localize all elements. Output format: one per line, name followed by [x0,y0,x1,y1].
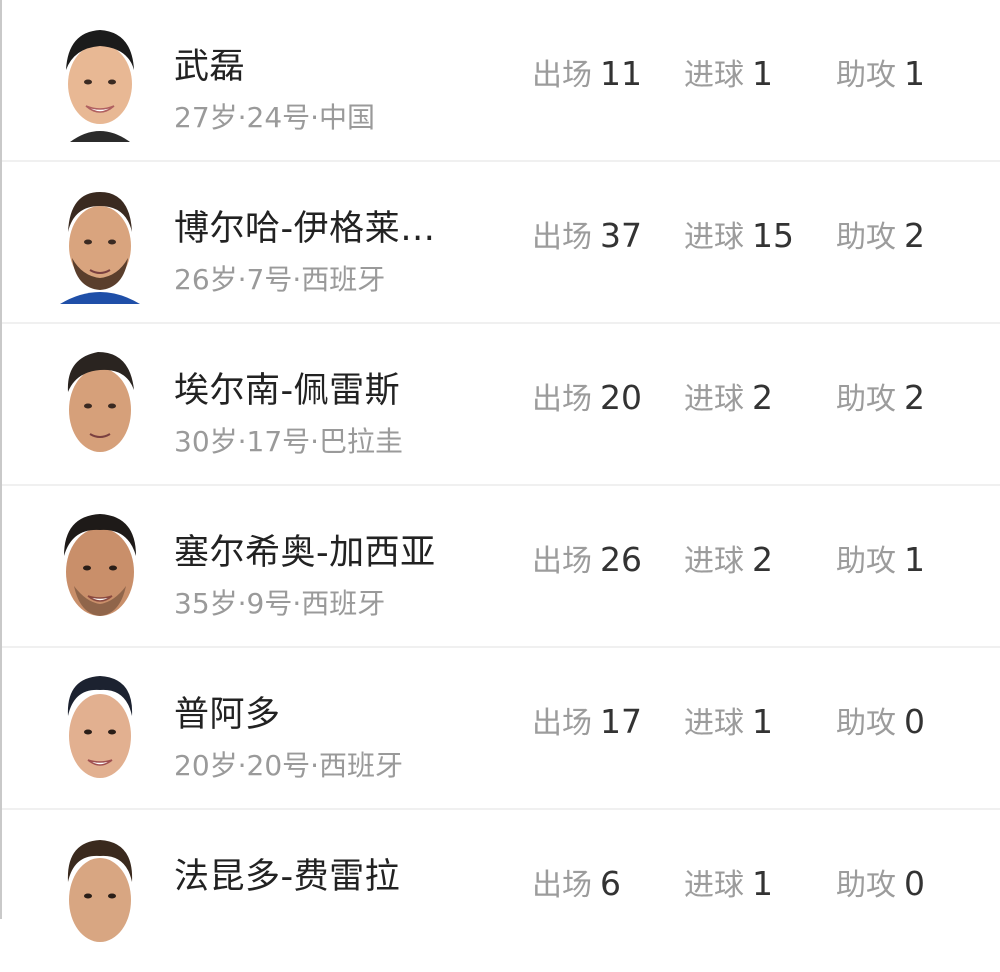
appearances-value: 11 [600,54,642,93]
goals-label: 进球 [684,544,744,579]
player-avatar-icon [52,824,148,954]
appearances-value: 17 [600,702,642,741]
player-row[interactable]: 法昆多-费雷拉 出场 6 进球 1 助攻 0 [2,810,1000,972]
player-meta: 30岁·17号·巴拉圭 [174,425,404,458]
goals-label: 进球 [684,706,744,741]
assists-value: 0 [904,864,925,903]
assists-value: 1 [904,540,925,579]
goals-stat: 进球 2 [684,536,773,580]
assists-label: 助攻 [836,382,896,417]
goals-value: 2 [752,540,773,579]
goals-stat: 进球 1 [684,50,773,94]
player-name: 博尔哈-伊格莱… [174,209,436,249]
player-name: 普阿多 [174,695,281,735]
appearances-label: 出场 [532,706,592,741]
goals-value: 1 [752,54,773,93]
appearances-label: 出场 [532,868,592,903]
appearances-value: 20 [600,378,642,417]
player-meta: 27岁·24号·中国 [174,101,376,134]
assists-label: 助攻 [836,220,896,255]
assists-value: 2 [904,216,925,255]
player-row[interactable]: 博尔哈-伊格莱… 26岁·7号·西班牙 出场 37 进球 15 助攻 2 [2,162,1000,324]
assists-stat: 助攻 1 [836,50,925,94]
appearances-stat: 出场 11 [532,50,642,94]
assists-label: 助攻 [836,544,896,579]
assists-label: 助攻 [836,706,896,741]
appearances-label: 出场 [532,382,592,417]
appearances-stat: 出场 37 [532,212,642,256]
player-name: 埃尔南-佩雷斯 [174,371,401,411]
goals-label: 进球 [684,382,744,417]
player-name: 法昆多-费雷拉 [174,857,401,897]
appearances-label: 出场 [532,58,592,93]
player-row[interactable]: 武磊 27岁·24号·中国 出场 11 进球 1 助攻 1 [2,0,1000,162]
player-name: 塞尔希奥-加西亚 [174,533,436,573]
assists-stat: 助攻 1 [836,536,925,580]
player-meta: 20岁·20号·西班牙 [174,749,404,782]
assists-stat: 助攻 2 [836,374,925,418]
appearances-stat: 出场 26 [532,536,642,580]
goals-value: 2 [752,378,773,417]
assists-label: 助攻 [836,58,896,93]
player-row[interactable]: 普阿多 20岁·20号·西班牙 出场 17 进球 1 助攻 0 [2,648,1000,810]
appearances-label: 出场 [532,544,592,579]
assists-value: 1 [904,54,925,93]
goals-stat: 进球 2 [684,374,773,418]
goals-value: 15 [752,216,794,255]
player-avatar-icon [52,500,148,630]
appearances-label: 出场 [532,220,592,255]
appearances-value: 37 [600,216,642,255]
goals-stat: 进球 15 [684,212,794,256]
assists-stat: 助攻 0 [836,698,925,742]
goals-stat: 进球 1 [684,860,773,904]
goals-label: 进球 [684,868,744,903]
goals-value: 1 [752,864,773,903]
player-avatar-icon [52,176,148,306]
player-row[interactable]: 埃尔南-佩雷斯 30岁·17号·巴拉圭 出场 20 进球 2 助攻 2 [2,324,1000,486]
goals-stat: 进球 1 [684,698,773,742]
player-avatar-icon [52,338,148,468]
player-meta: 26岁·7号·西班牙 [174,263,386,296]
assists-stat: 助攻 2 [836,212,925,256]
player-name: 武磊 [174,47,246,87]
player-avatar-icon [52,662,148,792]
appearances-value: 26 [600,540,642,579]
appearances-value: 6 [600,864,621,903]
player-meta: 35岁·9号·西班牙 [174,587,386,620]
assists-stat: 助攻 0 [836,860,925,904]
player-row[interactable]: 塞尔希奥-加西亚 35岁·9号·西班牙 出场 26 进球 2 助攻 1 [2,486,1000,648]
goals-label: 进球 [684,58,744,93]
goals-value: 1 [752,702,773,741]
appearances-stat: 出场 20 [532,374,642,418]
appearances-stat: 出场 17 [532,698,642,742]
player-avatar-icon [52,14,148,144]
assists-value: 0 [904,702,925,741]
goals-label: 进球 [684,220,744,255]
assists-value: 2 [904,378,925,417]
appearances-stat: 出场 6 [532,860,621,904]
assists-label: 助攻 [836,868,896,903]
